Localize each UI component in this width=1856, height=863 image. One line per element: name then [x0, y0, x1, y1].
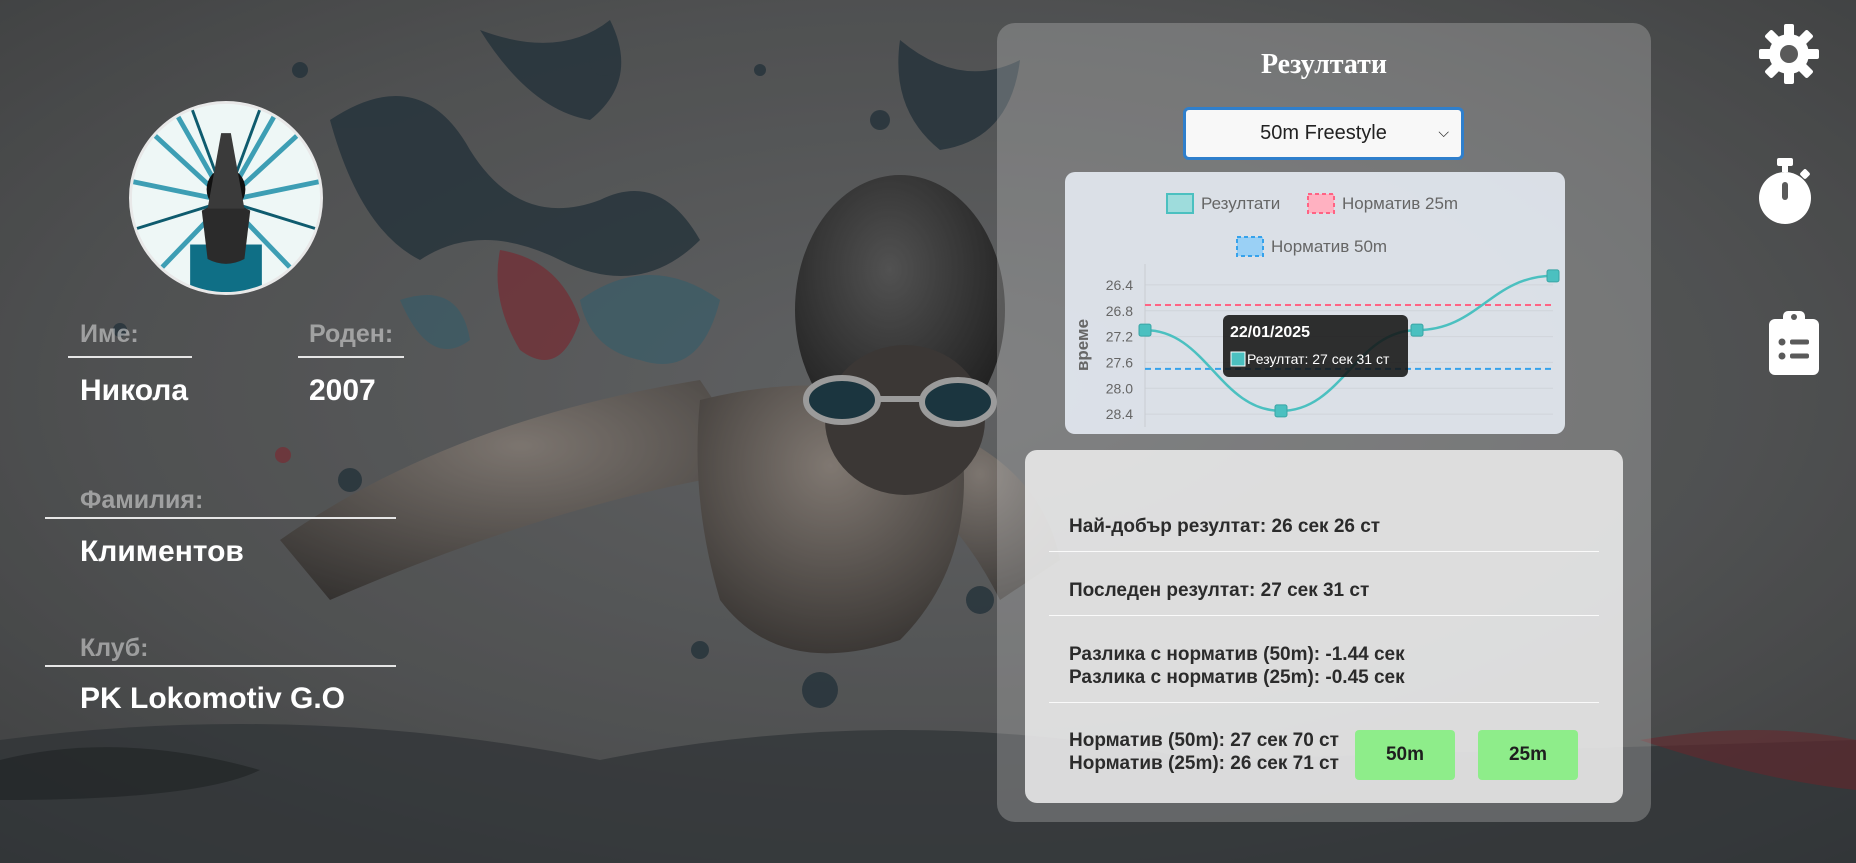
results-panel: Резултати 50m Freestyle ⌵ Резултати Норм… — [997, 23, 1651, 822]
data-point[interactable] — [1410, 323, 1424, 337]
club-value: PK Lokomotiv G.O — [80, 682, 346, 715]
last-name-label: Фамилия: — [80, 486, 204, 514]
avatar[interactable] — [129, 101, 323, 295]
stopwatch-icon[interactable] — [1757, 158, 1813, 226]
last-name-underline — [45, 517, 396, 519]
tooltip-label: Резултат: 27 сек 31 ст — [1247, 351, 1390, 367]
born-value: 2007 — [309, 374, 376, 407]
best-result: Най-добър резултат: 26 сек 26 ст — [1069, 516, 1381, 537]
stats-box: Най-добър резултат: 26 сек 26 ст Последе… — [1025, 450, 1623, 803]
event-select[interactable]: 50m Freestyle ⌵ — [1183, 107, 1464, 160]
last-result: Последен резултат: 27 сек 31 ст — [1069, 580, 1370, 601]
chevron-down-icon: ⌵ — [1438, 124, 1449, 140]
legend-results-label: Резултати — [1201, 194, 1280, 213]
first-name-value: Никола — [80, 374, 189, 407]
diff-50: Разлика с норматив (50m): -1.44 сек — [1069, 644, 1405, 665]
chart-tooltip: 22/01/2025 Резултат: 27 сек 31 ст — [1223, 315, 1408, 377]
first-name-underline — [68, 356, 192, 358]
profile-section: Име: Никола Роден: 2007 Фамилия: Климент… — [0, 0, 420, 863]
legend-norm-25[interactable]: Норматив 25m — [1307, 193, 1458, 214]
legend-norm-50-swatch — [1236, 236, 1264, 257]
y-tick-label: 27.6 — [1106, 354, 1133, 370]
y-tick-label: 28.4 — [1106, 406, 1133, 422]
norm-25-button[interactable]: 25m — [1478, 730, 1578, 780]
norm-50-button[interactable]: 50m — [1355, 730, 1455, 780]
legend-results[interactable]: Резултати — [1166, 193, 1280, 214]
swimmer-avatar-image — [132, 104, 320, 292]
legend-results-swatch — [1166, 193, 1194, 214]
first-name-label: Име: — [80, 320, 139, 348]
y-tick-label: 26.8 — [1106, 303, 1133, 319]
born-underline — [298, 356, 404, 358]
gear-icon[interactable] — [1757, 22, 1821, 86]
results-chart-svg: Резултати Норматив 25m Норматив 50m врем… — [1073, 193, 1560, 427]
diff-25: Разлика с норматив (25m): -0.45 сек — [1069, 667, 1405, 688]
last-name-value: Климентов — [80, 535, 244, 568]
data-point[interactable] — [1274, 404, 1288, 418]
event-select-value: 50m Freestyle — [1260, 122, 1387, 144]
club-label: Клуб: — [80, 634, 149, 662]
clipboard-icon[interactable] — [1769, 311, 1819, 375]
data-point[interactable] — [1138, 323, 1152, 337]
tooltip-swatch — [1230, 351, 1246, 367]
y-tick-label: 26.4 — [1106, 277, 1133, 293]
stats-divider — [1049, 615, 1599, 616]
legend-norm-50-label: Норматив 50m — [1271, 237, 1387, 256]
stats-divider — [1049, 702, 1599, 703]
results-chart: Резултати Норматив 25m Норматив 50m врем… — [1065, 172, 1565, 434]
club-underline — [45, 665, 396, 667]
y-axis-title: време — [1073, 319, 1092, 371]
legend-norm-25-swatch — [1307, 193, 1335, 214]
legend-norm-50[interactable]: Норматив 50m — [1236, 236, 1387, 257]
data-point[interactable] — [1546, 269, 1560, 283]
born-label: Роден: — [309, 320, 394, 348]
stats-divider — [1049, 551, 1599, 552]
tooltip-title: 22/01/2025 — [1230, 324, 1310, 341]
legend-norm-25-label: Норматив 25m — [1342, 194, 1458, 213]
y-tick-label: 27.2 — [1106, 329, 1133, 345]
results-title: Резултати — [1260, 49, 1388, 80]
y-tick-label: 28.0 — [1106, 380, 1133, 396]
